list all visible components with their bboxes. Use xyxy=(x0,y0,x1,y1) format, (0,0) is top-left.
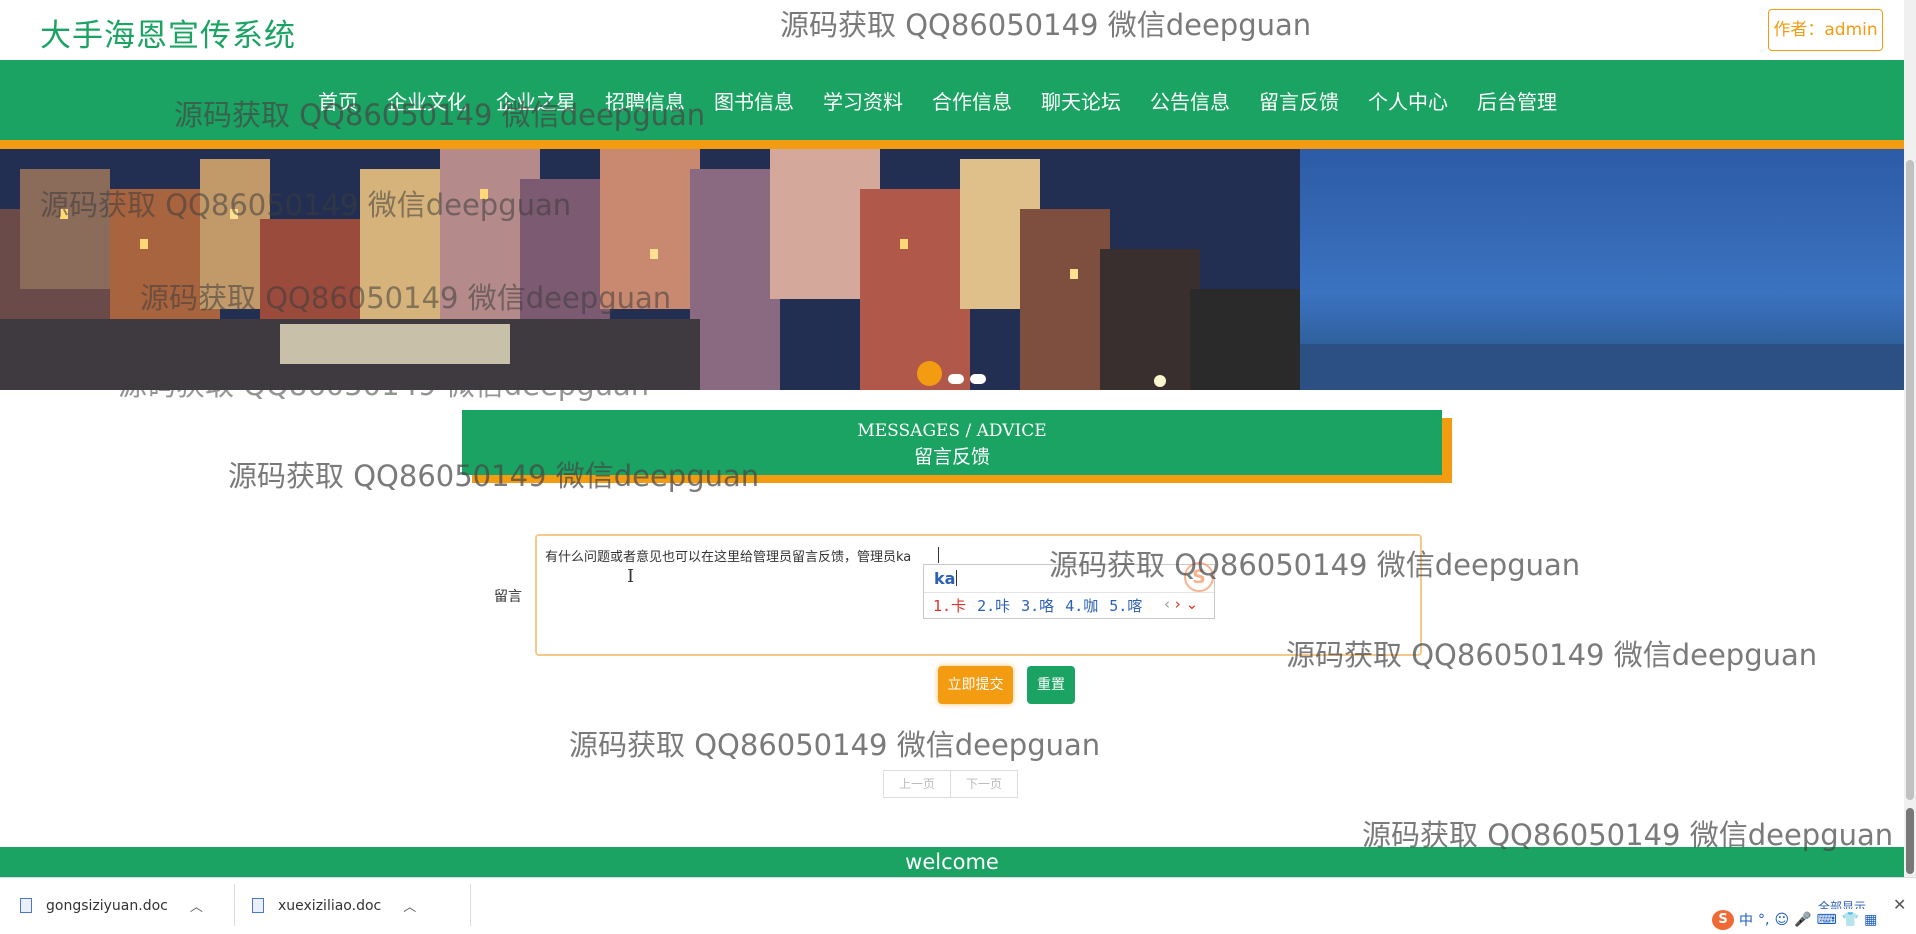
download-filename: xuexiziliao.doc xyxy=(278,897,382,914)
nav-item-profile[interactable]: 个人中心 xyxy=(1368,86,1448,115)
message-textarea-value: 有什么问题或者意见也可以在这里给管理员留言反馈，管理员ka xyxy=(545,550,912,565)
nav-item-forum[interactable]: 聊天论坛 xyxy=(1041,86,1121,115)
ime-composition-text: ka xyxy=(934,569,956,588)
download-divider xyxy=(234,884,235,926)
sogou-ime-logo-icon: S xyxy=(1184,562,1214,592)
submit-button[interactable]: 立即提交 xyxy=(938,666,1013,704)
carousel-dot-3[interactable] xyxy=(970,374,986,384)
top-header: 大手海恩宣传系统 作者：admin xyxy=(0,0,1904,60)
footer: welcome xyxy=(0,847,1904,877)
close-download-bar-icon[interactable]: ✕ xyxy=(1893,895,1906,914)
download-filename: gongsiziyuan.doc xyxy=(46,897,168,914)
nav-item-jobs[interactable]: 招聘信息 xyxy=(605,86,685,115)
emoji-icon[interactable]: ☺ xyxy=(1774,912,1789,928)
section-title-cn: 留言反馈 xyxy=(913,446,990,468)
banner-carousel[interactable] xyxy=(0,149,1904,390)
nav-item-culture[interactable]: 企业文化 xyxy=(387,86,467,115)
message-label: 留言 xyxy=(494,589,522,605)
punctuation-icon[interactable]: °, xyxy=(1758,912,1769,928)
ime-candidate-1[interactable]: 1.卡 xyxy=(933,595,966,616)
nav-item-stars[interactable]: 企业之星 xyxy=(496,86,576,115)
download-item[interactable]: xuexiziliao.doc ︿ xyxy=(252,877,460,934)
ime-candidate-4[interactable]: 4.咖 xyxy=(1065,595,1098,616)
doc-file-icon xyxy=(252,898,264,913)
carousel-dot-1[interactable] xyxy=(917,361,942,386)
nav-item-notices[interactable]: 公告信息 xyxy=(1150,86,1230,115)
section-title-en: MESSAGES / ADVICE xyxy=(857,421,1047,441)
prev-page-button[interactable]: 上一页 xyxy=(883,770,951,798)
next-page-button[interactable]: 下一页 xyxy=(950,770,1018,798)
nav-item-materials[interactable]: 学习资料 xyxy=(823,86,903,115)
ime-next-icon[interactable]: › xyxy=(1175,595,1181,613)
banner-sea xyxy=(1240,344,1904,390)
ime-candidates: 1.卡 2.咔 3.咯 4.咖 5.喀 xyxy=(933,595,1153,616)
download-item[interactable]: gongsiziyuan.doc ︿ xyxy=(20,877,234,934)
ime-toolbar[interactable]: S 中 °, ☺ 🎤 ⌨ 👕 ▦ xyxy=(1712,909,1883,931)
ime-caret xyxy=(956,570,958,586)
watermark: 源码获取 QQ86050149 微信deepguan xyxy=(569,728,1101,762)
nav-item-books[interactable]: 图书信息 xyxy=(714,86,794,115)
nav-item-feedback[interactable]: 留言反馈 xyxy=(1259,86,1339,115)
scrollbar-thumb-lower[interactable] xyxy=(1906,808,1914,874)
ime-prev-icon[interactable]: ‹ xyxy=(1164,595,1170,613)
nav-menu: 首页 企业文化 企业之星 招聘信息 图书信息 学习资料 合作信息 聊天论坛 公告… xyxy=(318,60,1586,140)
ime-composition: ka xyxy=(934,569,958,588)
ime-expand-icon[interactable]: ⌄ xyxy=(1186,595,1199,613)
nav-item-cooperation[interactable]: 合作信息 xyxy=(932,86,1012,115)
ime-language-toggle[interactable]: 中 xyxy=(1739,910,1753,930)
doc-file-icon xyxy=(20,898,32,913)
author-button[interactable]: 作者：admin xyxy=(1768,9,1883,51)
banner-town-image xyxy=(0,149,1300,390)
sogou-tray-logo-icon[interactable]: S xyxy=(1712,910,1734,930)
scrollbar-thumb[interactable] xyxy=(1906,160,1914,800)
ime-page-nav: ‹ › ⌄ xyxy=(1164,595,1198,613)
skin-icon[interactable]: 👕 xyxy=(1842,912,1859,928)
reset-button[interactable]: 重置 xyxy=(1027,666,1075,704)
text-caret xyxy=(938,547,939,563)
chevron-up-icon[interactable]: ︿ xyxy=(190,896,203,915)
site-title[interactable]: 大手海恩宣传系统 xyxy=(40,10,296,55)
chevron-up-icon[interactable]: ︿ xyxy=(403,896,416,915)
toolbox-icon[interactable]: ▦ xyxy=(1864,912,1877,928)
nav-accent-strip xyxy=(0,140,1904,149)
ibeam-cursor-icon: I xyxy=(627,566,635,587)
carousel-dot-2[interactable] xyxy=(948,374,964,384)
ime-candidate-popup[interactable]: ka 1.卡 2.咔 3.咯 4.咖 5.喀 ‹ › ⌄ xyxy=(923,564,1215,619)
keyboard-icon[interactable]: ⌨ xyxy=(1817,912,1837,928)
ime-candidate-2[interactable]: 2.咔 xyxy=(977,595,1010,616)
ime-candidate-5[interactable]: 5.喀 xyxy=(1109,595,1142,616)
download-divider xyxy=(470,884,471,926)
nav-item-admin[interactable]: 后台管理 xyxy=(1477,86,1557,115)
section-title: MESSAGES / ADVICE 留言反馈 xyxy=(462,410,1442,475)
nav-item-home[interactable]: 首页 xyxy=(318,86,358,115)
ime-candidate-3[interactable]: 3.咯 xyxy=(1021,595,1054,616)
microphone-icon[interactable]: 🎤 xyxy=(1794,912,1811,928)
ime-divider xyxy=(924,592,1214,593)
